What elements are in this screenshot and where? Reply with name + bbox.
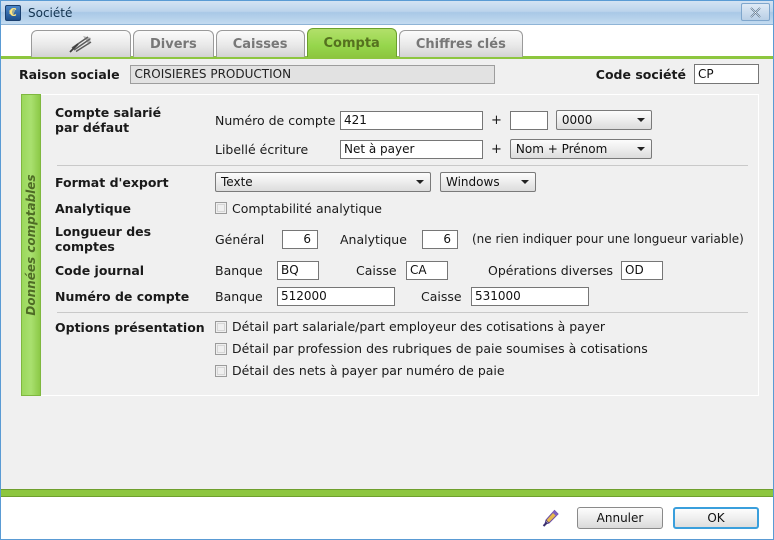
options-presentation-list: Détail part salariale/part employeur des… bbox=[215, 319, 648, 385]
title-bar: € Société bbox=[1, 1, 773, 25]
numero-de-compte-input[interactable]: 421 bbox=[340, 110, 483, 130]
longueur-comptes-label: Longueur des comptes bbox=[55, 224, 152, 254]
compte-suffix-input[interactable] bbox=[509, 110, 548, 130]
pencil-icon[interactable] bbox=[541, 508, 561, 528]
libelle-ecriture-label: Libellé écriture bbox=[215, 141, 309, 157]
chevron-down-icon bbox=[636, 118, 645, 122]
compte-salarie-label-line1: Compte salarié bbox=[55, 105, 162, 120]
code-societe-input[interactable]: CP bbox=[694, 64, 759, 84]
raison-sociale-field: CROISIERES PRODUCTION bbox=[129, 64, 495, 84]
divider-2 bbox=[57, 312, 748, 313]
cancel-button-label: Annuler bbox=[596, 511, 644, 525]
row-format-export: Format d'export Texte Windows bbox=[55, 172, 750, 192]
numero-compte-caisse-label: Caisse bbox=[421, 288, 462, 304]
tab-caisses-label: Caisses bbox=[232, 36, 288, 52]
option-1-checkbox[interactable] bbox=[215, 320, 227, 333]
code-journal-od-input[interactable]: OD bbox=[621, 260, 664, 280]
tab-chiffres-cles-label: Chiffres clés bbox=[415, 36, 506, 52]
encoding-select-value: Windows bbox=[446, 175, 500, 189]
numero-de-compte-label: Numéro de compte bbox=[215, 112, 336, 128]
code-journal-caisse-input[interactable]: CA bbox=[406, 260, 448, 280]
longueur-hint: (ne rien indiquer pour une longueur vari… bbox=[472, 232, 744, 246]
options-presentation-label: Options présentation bbox=[55, 320, 205, 335]
green-divider-bar bbox=[1, 489, 773, 497]
libelle-format-select-value: Nom + Prénom bbox=[515, 142, 608, 156]
option-detail-par-profession[interactable]: Détail par profession des rubriques de p… bbox=[215, 341, 648, 356]
tab-compta[interactable]: Compta bbox=[306, 28, 397, 57]
ok-button-label: OK bbox=[707, 511, 725, 525]
code-journal-label: Code journal bbox=[55, 262, 145, 278]
cancel-button[interactable]: Annuler bbox=[577, 507, 663, 529]
close-glyph bbox=[750, 6, 761, 18]
logo-icon bbox=[68, 34, 94, 54]
header-row: Raison sociale CROISIERES PRODUCTION Cod… bbox=[1, 59, 773, 89]
option-detail-nets-a-payer[interactable]: Détail des nets à payer par numéro de pa… bbox=[215, 363, 648, 378]
format-export-select-value: Texte bbox=[221, 175, 253, 189]
sidebar-label: Données comptables bbox=[24, 174, 38, 316]
row-code-journal: Code journal Banque BQ Caisse CA Opérati… bbox=[55, 260, 750, 280]
tab-caisses[interactable]: Caisses bbox=[215, 30, 305, 57]
sidebar-donnees-comptables: Données comptables bbox=[21, 94, 41, 396]
longueur-general-label: Général bbox=[215, 231, 265, 247]
option-detail-part-salariale[interactable]: Détail part salariale/part employeur des… bbox=[215, 319, 648, 334]
analytique-label: Analytique bbox=[55, 200, 132, 216]
numero-compte-caisse-input[interactable]: 531000 bbox=[471, 286, 589, 306]
plus-sign-2: + bbox=[491, 141, 502, 157]
code-journal-caisse-label: Caisse bbox=[356, 262, 397, 278]
row-longueur-comptes: Longueur des comptes Général 6 Analytiqu… bbox=[55, 224, 750, 254]
format-export-label: Format d'export bbox=[55, 174, 169, 190]
tab-logo[interactable] bbox=[31, 30, 131, 57]
tab-divers[interactable]: Divers bbox=[133, 30, 214, 57]
option-3-label: Détail des nets à payer par numéro de pa… bbox=[232, 363, 505, 378]
longueur-general-input[interactable]: 6 bbox=[282, 229, 318, 249]
compte-salarie-label-line2: par défaut bbox=[55, 120, 130, 135]
row-options-presentation: Options présentation Détail part salaria… bbox=[55, 319, 750, 385]
option-2-label: Détail par profession des rubriques de p… bbox=[232, 341, 648, 356]
row-libelle-ecriture: Libellé écriture Net à payer + Nom + Pré… bbox=[55, 139, 750, 159]
encoding-select[interactable]: Windows bbox=[440, 172, 536, 192]
window-title: Société bbox=[28, 5, 73, 20]
plus-sign-1: + bbox=[491, 112, 502, 128]
format-export-select[interactable]: Texte bbox=[215, 172, 431, 192]
numero-compte-banque-input[interactable]: 512000 bbox=[277, 286, 395, 306]
compte-format-select-value: 0000 bbox=[561, 113, 593, 127]
ok-button[interactable]: OK bbox=[673, 507, 759, 529]
chevron-down-icon bbox=[416, 180, 424, 184]
close-icon[interactable] bbox=[741, 3, 770, 21]
longueur-analytique-input[interactable]: 6 bbox=[422, 229, 458, 249]
code-societe-label: Code société bbox=[595, 66, 686, 82]
tab-divers-label: Divers bbox=[150, 36, 197, 52]
option-2-checkbox[interactable] bbox=[215, 342, 227, 355]
footer-bar: Annuler OK bbox=[1, 497, 773, 539]
raison-sociale-label: Raison sociale bbox=[19, 66, 120, 82]
code-journal-od-label: Opérations diverses bbox=[488, 262, 614, 278]
divider-1 bbox=[57, 165, 748, 166]
euro-icon: € bbox=[5, 4, 21, 21]
row-analytique: Analytique Comptabilité analytique bbox=[55, 198, 750, 218]
libelle-format-select[interactable]: Nom + Prénom bbox=[509, 139, 652, 159]
code-journal-banque-label: Banque bbox=[215, 262, 263, 278]
societe-window: € Société Divers Caisses Compta Chiffres… bbox=[0, 0, 774, 540]
numero-compte-banque-label: Banque bbox=[215, 288, 263, 304]
option-1-label: Détail part salariale/part employeur des… bbox=[232, 319, 606, 334]
row-numero-compte: Numéro de compte Banque 512000 Caisse 53… bbox=[55, 286, 750, 306]
chevron-down-icon bbox=[636, 147, 645, 151]
chevron-down-icon bbox=[521, 180, 529, 184]
tab-chiffres-cles[interactable]: Chiffres clés bbox=[398, 30, 523, 57]
comptabilite-analytique-checkbox[interactable] bbox=[215, 202, 227, 214]
compte-salarie-group-label: Compte salarié par défaut bbox=[55, 105, 215, 135]
row-compte-salarie-numero: Compte salarié par défaut Numéro de comp… bbox=[55, 105, 750, 135]
compte-format-select[interactable]: 0000 bbox=[555, 110, 652, 130]
tab-strip: Divers Caisses Compta Chiffres clés bbox=[1, 25, 773, 59]
option-3-checkbox[interactable] bbox=[215, 364, 227, 377]
form-body: Données comptables Compte salarié par dé… bbox=[1, 89, 773, 489]
longueur-analytique-label: Analytique bbox=[340, 231, 407, 247]
code-journal-banque-input[interactable]: BQ bbox=[277, 260, 319, 280]
compta-panel: Compte salarié par défaut Numéro de comp… bbox=[41, 94, 759, 396]
comptabilite-analytique-label: Comptabilité analytique bbox=[232, 200, 382, 216]
tab-compta-label: Compta bbox=[323, 35, 380, 51]
libelle-ecriture-input[interactable]: Net à payer bbox=[340, 139, 483, 159]
numero-compte-label: Numéro de compte bbox=[55, 288, 190, 304]
